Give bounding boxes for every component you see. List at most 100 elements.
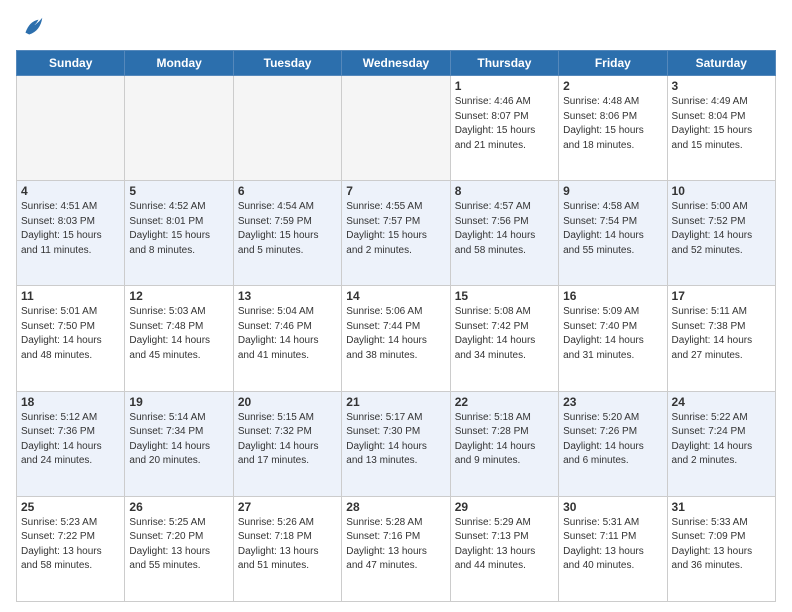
day-number: 19 [129,395,228,409]
day-info: Sunrise: 5:06 AMSunset: 7:44 PMDaylight:… [346,305,445,363]
day-number: 24 [672,395,771,409]
calendar-day-cell: 22 Sunrise: 5:18 AMSunset: 7:28 PMDayligh… [450,391,558,496]
calendar-day-cell: 15 Sunrise: 5:08 AMSunset: 7:42 PMDayligh… [450,286,558,391]
day-number: 27 [238,500,337,514]
calendar-day-header: Wednesday [342,51,450,76]
calendar-day-cell: 21 Sunrise: 5:17 AMSunset: 7:30 PMDayligh… [342,391,450,496]
day-info: Sunrise: 4:54 AMSunset: 7:59 PMDaylight:… [238,200,337,258]
calendar-day-cell: 24 Sunrise: 5:22 AMSunset: 7:24 PMDayligh… [667,391,775,496]
day-number: 12 [129,289,228,303]
day-number: 6 [238,184,337,198]
day-info: Sunrise: 4:49 AMSunset: 8:04 PMDaylight:… [672,95,771,153]
day-number: 7 [346,184,445,198]
calendar-week-row: 25Sunrise: 5:23 AMSunset: 7:22 PMDayligh… [17,496,776,601]
day-number: 13 [238,289,337,303]
calendar-day-cell: 26 Sunrise: 5:25 AMSunset: 7:20 PMDayligh… [125,496,233,601]
calendar-day-cell: 3 Sunrise: 4:49 AMSunset: 8:04 PMDaylight… [667,76,775,181]
day-info: Sunrise: 5:28 AMSunset: 7:16 PMDaylight:… [346,516,445,574]
calendar-day-header: Tuesday [233,51,341,76]
calendar-week-row: 1Sunrise: 4:46 AMSunset: 8:07 PMDaylight… [17,76,776,181]
calendar-day-header: Thursday [450,51,558,76]
day-number: 18 [21,395,120,409]
calendar-day-cell: 2 Sunrise: 4:48 AMSunset: 8:06 PMDaylight… [559,76,667,181]
calendar-day-cell: 6 Sunrise: 4:54 AMSunset: 7:59 PMDaylight… [233,181,341,286]
day-number: 23 [563,395,662,409]
calendar-day-cell: 12 Sunrise: 5:03 AMSunset: 7:48 PMDayligh… [125,286,233,391]
day-number: 8 [455,184,554,198]
calendar-day-cell: 10 Sunrise: 5:00 AMSunset: 7:52 PMDayligh… [667,181,775,286]
day-info: Sunrise: 5:29 AMSunset: 7:13 PMDaylight:… [455,516,554,574]
calendar-week-row: 4 Sunrise: 4:51 AMSunset: 8:03 PMDaylight… [17,181,776,286]
calendar-day-cell: 28 Sunrise: 5:28 AMSunset: 7:16 PMDayligh… [342,496,450,601]
day-number: 14 [346,289,445,303]
day-info: Sunrise: 5:08 AMSunset: 7:42 PMDaylight:… [455,305,554,363]
day-info: Sunrise: 5:15 AMSunset: 7:32 PMDaylight:… [238,411,337,469]
logo [16,14,46,42]
day-info: Sunrise: 5:26 AMSunset: 7:18 PMDaylight:… [238,516,337,574]
day-info: Sunrise: 5:17 AMSunset: 7:30 PMDaylight:… [346,411,445,469]
day-info: Sunrise: 4:58 AMSunset: 7:54 PMDaylight:… [563,200,662,258]
logo-bird-icon [18,14,46,42]
calendar-day-cell: 30Sunrise: 5:31 AMSunset: 7:11 PMDayligh… [559,496,667,601]
calendar-day-cell: 13 Sunrise: 5:04 AMSunset: 7:46 PMDayligh… [233,286,341,391]
calendar-table: SundayMondayTuesdayWednesdayThursdayFrid… [16,50,776,602]
calendar-day-cell: 5Sunrise: 4:52 AMSunset: 8:01 PMDaylight… [125,181,233,286]
header [16,10,776,42]
calendar-day-cell: 18Sunrise: 5:12 AMSunset: 7:36 PMDayligh… [17,391,125,496]
day-number: 28 [346,500,445,514]
calendar-day-cell: 29 Sunrise: 5:29 AMSunset: 7:13 PMDayligh… [450,496,558,601]
day-info: Sunrise: 4:55 AMSunset: 7:57 PMDaylight:… [346,200,445,258]
day-info: Sunrise: 5:33 AMSunset: 7:09 PMDaylight:… [672,516,771,574]
calendar-day-cell [125,76,233,181]
day-number: 10 [672,184,771,198]
calendar-day-header: Sunday [17,51,125,76]
day-number: 26 [129,500,228,514]
day-info: Sunrise: 5:04 AMSunset: 7:46 PMDaylight:… [238,305,337,363]
day-number: 2 [563,79,662,93]
calendar-day-header: Monday [125,51,233,76]
day-number: 21 [346,395,445,409]
calendar-day-cell: 20 Sunrise: 5:15 AMSunset: 7:32 PMDayligh… [233,391,341,496]
calendar-header-row: SundayMondayTuesdayWednesdayThursdayFrid… [17,51,776,76]
day-number: 9 [563,184,662,198]
day-number: 22 [455,395,554,409]
day-info: Sunrise: 5:03 AMSunset: 7:48 PMDaylight:… [129,305,228,363]
day-number: 3 [672,79,771,93]
calendar-day-cell: 27 Sunrise: 5:26 AMSunset: 7:18 PMDayligh… [233,496,341,601]
day-info: Sunrise: 5:09 AMSunset: 7:40 PMDaylight:… [563,305,662,363]
calendar-day-cell: 7 Sunrise: 4:55 AMSunset: 7:57 PMDaylight… [342,181,450,286]
calendar-day-cell: 31 Sunrise: 5:33 AMSunset: 7:09 PMDayligh… [667,496,775,601]
day-number: 25 [21,500,120,514]
day-info: Sunrise: 5:00 AMSunset: 7:52 PMDaylight:… [672,200,771,258]
day-number: 17 [672,289,771,303]
calendar-day-cell: 8 Sunrise: 4:57 AMSunset: 7:56 PMDaylight… [450,181,558,286]
calendar-day-cell: 9 Sunrise: 4:58 AMSunset: 7:54 PMDaylight… [559,181,667,286]
day-number: 16 [563,289,662,303]
day-info: Sunrise: 4:52 AMSunset: 8:01 PMDaylight:… [129,200,228,258]
day-number: 15 [455,289,554,303]
calendar-day-cell: 25Sunrise: 5:23 AMSunset: 7:22 PMDayligh… [17,496,125,601]
day-info: Sunrise: 5:22 AMSunset: 7:24 PMDaylight:… [672,411,771,469]
calendar-day-header: Friday [559,51,667,76]
calendar-day-cell [342,76,450,181]
day-number: 29 [455,500,554,514]
day-info: Sunrise: 5:14 AMSunset: 7:34 PMDaylight:… [129,411,228,469]
day-info: Sunrise: 4:57 AMSunset: 7:56 PMDaylight:… [455,200,554,258]
calendar-day-cell: 4 Sunrise: 4:51 AMSunset: 8:03 PMDaylight… [17,181,125,286]
calendar-day-cell: 17 Sunrise: 5:11 AMSunset: 7:38 PMDayligh… [667,286,775,391]
day-info: Sunrise: 4:46 AMSunset: 8:07 PMDaylight:… [455,95,554,153]
day-number: 20 [238,395,337,409]
day-info: Sunrise: 4:51 AMSunset: 8:03 PMDaylight:… [21,200,120,258]
day-info: Sunrise: 4:48 AMSunset: 8:06 PMDaylight:… [563,95,662,153]
day-number: 30 [563,500,662,514]
day-info: Sunrise: 5:01 AMSunset: 7:50 PMDaylight:… [21,305,120,363]
day-number: 4 [21,184,120,198]
day-info: Sunrise: 5:25 AMSunset: 7:20 PMDaylight:… [129,516,228,574]
calendar-day-cell: 23Sunrise: 5:20 AMSunset: 7:26 PMDayligh… [559,391,667,496]
day-info: Sunrise: 5:18 AMSunset: 7:28 PMDaylight:… [455,411,554,469]
calendar-day-cell: 11Sunrise: 5:01 AMSunset: 7:50 PMDayligh… [17,286,125,391]
calendar-day-cell: 19 Sunrise: 5:14 AMSunset: 7:34 PMDayligh… [125,391,233,496]
calendar-day-cell: 1Sunrise: 4:46 AMSunset: 8:07 PMDaylight… [450,76,558,181]
day-number: 31 [672,500,771,514]
day-info: Sunrise: 5:11 AMSunset: 7:38 PMDaylight:… [672,305,771,363]
